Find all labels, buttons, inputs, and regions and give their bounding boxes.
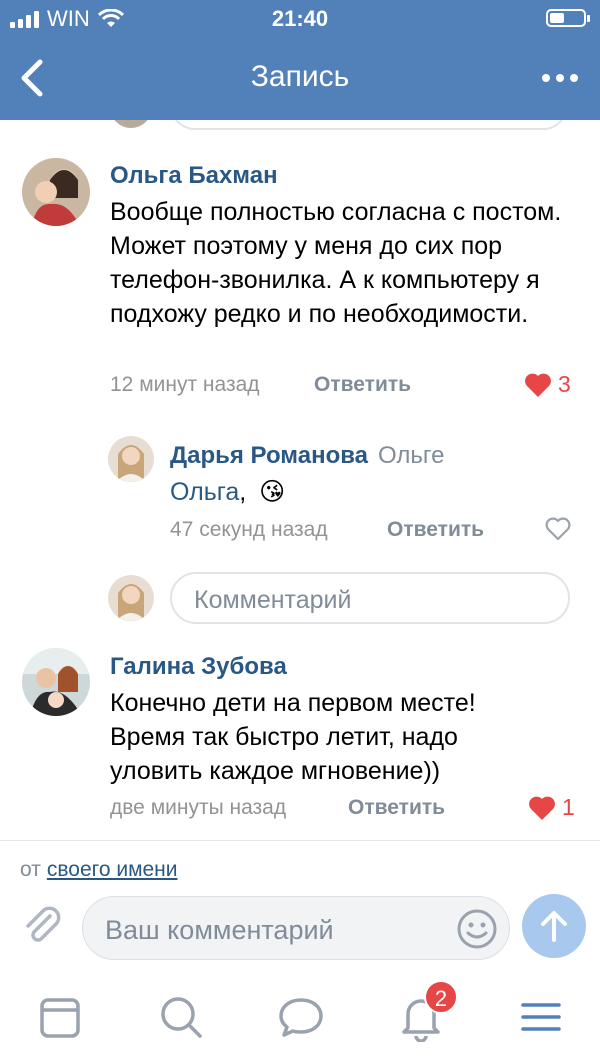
news-icon[interactable] — [36, 992, 86, 1042]
reply-comment-input[interactable]: Комментарий — [170, 572, 570, 624]
heart-outline-icon[interactable] — [544, 516, 572, 542]
avatar — [108, 575, 154, 621]
page-title: Запись — [250, 60, 350, 93]
reply-to-label: Ольге — [378, 442, 445, 469]
comment-author[interactable]: Ольга Бахман — [110, 162, 278, 190]
comment-text-suffix: , — [239, 478, 247, 506]
battery-icon — [546, 9, 590, 27]
more-icon[interactable] — [542, 74, 578, 82]
comment-author[interactable]: Дарья Романова Ольге — [170, 442, 445, 470]
notifications-badge: 2 — [424, 980, 458, 1014]
avatar — [110, 120, 152, 128]
like-button[interactable]: 3 — [524, 371, 571, 398]
reply-button[interactable]: Ответить — [348, 796, 445, 820]
nav-bar: Запись — [0, 40, 600, 120]
comment-input-partial[interactable] — [170, 120, 568, 130]
avatar[interactable] — [108, 436, 154, 482]
comment-time: две минуты назад — [110, 796, 287, 819]
comment-input[interactable]: Ваш комментарий — [82, 896, 510, 960]
like-count: 1 — [562, 794, 575, 820]
status-time: 21:40 — [271, 6, 329, 31]
author-name[interactable]: Дарья Романова — [170, 442, 368, 469]
mention-link[interactable]: Ольга — [170, 478, 239, 506]
send-arrow-icon — [541, 911, 567, 942]
status-bar: WIN 21:40 — [0, 0, 600, 40]
from-prefix: от — [20, 858, 41, 881]
post-as-link[interactable]: своего имени — [47, 858, 178, 881]
heart-filled-icon — [525, 373, 551, 397]
reply-button[interactable]: Ответить — [314, 373, 411, 397]
comment-text: Конечно дети на первом месте! Время так … — [110, 689, 476, 785]
avatar[interactable] — [22, 648, 90, 716]
send-button[interactable] — [522, 894, 586, 958]
comment-time: 12 минут назад — [110, 373, 260, 396]
comment-author[interactable]: Галина Зубова — [110, 653, 287, 681]
comment-time: 47 секунд назад — [170, 518, 328, 541]
comments-feed[interactable]: Ольга Бахман Вообще полностью согласна с… — [0, 120, 600, 840]
avatar[interactable] — [22, 158, 90, 226]
like-count: 3 — [558, 371, 571, 397]
messages-icon[interactable] — [276, 992, 326, 1042]
kiss-emoji: 😘 — [259, 478, 286, 506]
comment-text: Ольга, 😘 — [170, 475, 285, 509]
reply-button[interactable]: Ответить — [387, 518, 484, 542]
tab-bar: 2 — [0, 980, 600, 1063]
comment-text: Вообще полностью согласна с постом. Може… — [110, 198, 562, 328]
search-icon[interactable] — [156, 992, 206, 1042]
divider — [0, 840, 600, 841]
emoji-icon[interactable] — [455, 907, 499, 951]
post-as-label: от своего имени — [20, 858, 178, 882]
paperclip-icon[interactable] — [20, 904, 64, 948]
menu-icon[interactable] — [516, 992, 566, 1042]
heart-filled-icon — [529, 796, 555, 820]
like-button[interactable]: 1 — [528, 794, 575, 821]
comment-input-placeholder: Ваш комментарий — [105, 915, 334, 945]
